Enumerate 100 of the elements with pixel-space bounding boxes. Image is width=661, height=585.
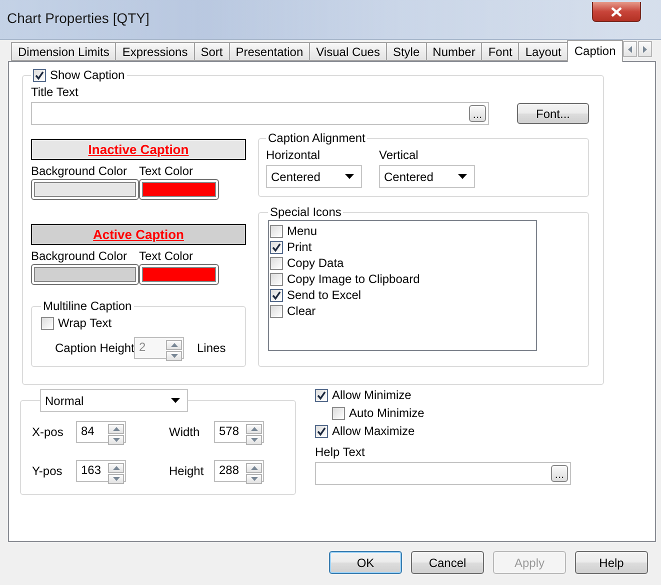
check-icon: [272, 290, 281, 300]
checkbox[interactable]: [315, 388, 328, 402]
checkbox[interactable]: [270, 272, 283, 286]
tab[interactable]: Sort: [194, 42, 229, 61]
up-arrow-icon: [250, 466, 258, 470]
check-icon: [35, 70, 44, 80]
browse-button[interactable]: ...: [469, 105, 486, 122]
close-button[interactable]: [592, 2, 641, 22]
color-swatch[interactable]: [139, 264, 219, 285]
tab[interactable]: Font: [481, 42, 518, 61]
spin-field[interactable]: 163: [76, 460, 126, 482]
tab[interactable]: Style: [386, 42, 426, 61]
up-arrow-icon: [170, 343, 178, 347]
field-label: Help Text: [315, 445, 366, 459]
caption-preview: Inactive Caption: [31, 139, 246, 160]
spin-down-button[interactable]: [108, 474, 124, 484]
tab[interactable]: Caption: [567, 40, 623, 62]
up-arrow-icon: [112, 427, 120, 431]
spin-up-button[interactable]: [246, 463, 262, 473]
down-arrow-icon: [170, 354, 178, 358]
spin-field[interactable]: 84: [76, 421, 126, 443]
spin-down-button[interactable]: [246, 435, 262, 445]
field-label: Width: [169, 425, 201, 439]
checkbox[interactable]: [332, 406, 345, 420]
field-label: Text Color: [139, 164, 194, 178]
field-label: Lines: [197, 341, 226, 355]
spin-field[interactable]: 288: [214, 460, 264, 482]
down-arrow-icon: [112, 438, 120, 442]
font-button[interactable]: Font...: [517, 103, 589, 124]
field-label: Vertical: [379, 148, 418, 162]
tab[interactable]: Layout: [518, 42, 568, 61]
group-title: Caption Alignment: [268, 131, 366, 145]
checkbox[interactable]: [270, 256, 283, 270]
dialog-button[interactable]: Help: [575, 551, 648, 574]
caret-icon: [458, 174, 467, 179]
down-arrow-icon: [250, 438, 258, 442]
color-swatch[interactable]: [31, 179, 139, 200]
field-label: Text Color: [139, 249, 194, 263]
field-label: Horizontal: [266, 148, 322, 162]
color-swatch[interactable]: [139, 179, 219, 200]
down-arrow-icon: [112, 477, 120, 481]
checkbox-label: Wrap Text: [58, 316, 112, 330]
field-label: Height: [169, 464, 205, 478]
checkbox-label: Clear: [287, 304, 316, 318]
dropdown[interactable]: Centered: [379, 165, 475, 188]
field-label: Background Color: [31, 249, 128, 263]
checkbox-label: Print: [287, 240, 312, 254]
dialog-button[interactable]: Cancel: [411, 551, 484, 574]
checkbox-label: Show Caption: [50, 68, 125, 82]
spin-down-button[interactable]: [246, 474, 262, 484]
down-arrow-icon: [250, 477, 258, 481]
tab[interactable]: Dimension Limits: [11, 42, 116, 61]
left-arrow-icon: [628, 46, 632, 52]
tab[interactable]: Expressions: [115, 42, 194, 61]
field-label: Y-pos: [32, 464, 64, 478]
input-field[interactable]: ...: [315, 462, 571, 485]
check-icon: [317, 390, 326, 400]
checkbox[interactable]: [41, 316, 54, 330]
checkbox-label: Send to Excel: [287, 288, 362, 302]
group-title: Special Icons: [270, 205, 342, 219]
field-label: X-pos: [32, 425, 64, 439]
tab[interactable]: Presentation: [228, 42, 310, 61]
checkbox-label: Copy Data: [287, 256, 344, 270]
caret-icon: [171, 398, 180, 403]
checkbox-label: Allow Minimize: [332, 388, 412, 402]
checkbox[interactable]: [270, 224, 283, 238]
window-title: Chart Properties [QTY]: [7, 10, 150, 26]
checkbox[interactable]: [33, 68, 46, 82]
checkbox[interactable]: [270, 288, 283, 302]
close-icon: [611, 6, 622, 16]
checkbox-label: Auto Minimize: [349, 406, 424, 420]
right-arrow-icon: [642, 46, 647, 52]
checkbox-label: Allow Maximize: [332, 424, 415, 438]
browse-button[interactable]: ...: [551, 465, 568, 482]
tab[interactable]: Visual Cues: [309, 42, 386, 61]
field-label: Background Color: [31, 164, 128, 178]
tab[interactable]: Number: [426, 42, 482, 61]
scroll-left-button[interactable]: [622, 41, 637, 57]
dropdown[interactable]: Centered: [266, 165, 362, 188]
input-field[interactable]: ...: [31, 102, 489, 125]
check-icon: [317, 426, 326, 436]
spin-up-button[interactable]: [108, 463, 124, 473]
checkbox[interactable]: [315, 424, 328, 438]
checkbox[interactable]: [270, 240, 283, 254]
checkbox[interactable]: [270, 304, 283, 318]
spin-down-button[interactable]: [108, 435, 124, 445]
dialog-button[interactable]: OK: [329, 551, 402, 574]
field-label: Title Text: [31, 85, 80, 99]
spin-field[interactable]: 578: [214, 421, 264, 443]
up-arrow-icon: [250, 427, 258, 431]
field-label: Caption Height: [55, 341, 134, 355]
check-icon: [272, 242, 281, 252]
checkbox-label: Copy Image to Clipboard: [287, 272, 420, 286]
spin-up-button[interactable]: [108, 424, 124, 434]
scroll-right-button[interactable]: [638, 41, 652, 57]
caption-preview: Active Caption: [31, 224, 246, 245]
dropdown[interactable]: Normal: [40, 389, 188, 412]
color-swatch[interactable]: [31, 264, 139, 285]
caret-icon: [345, 174, 354, 179]
spin-up-button[interactable]: [246, 424, 262, 434]
